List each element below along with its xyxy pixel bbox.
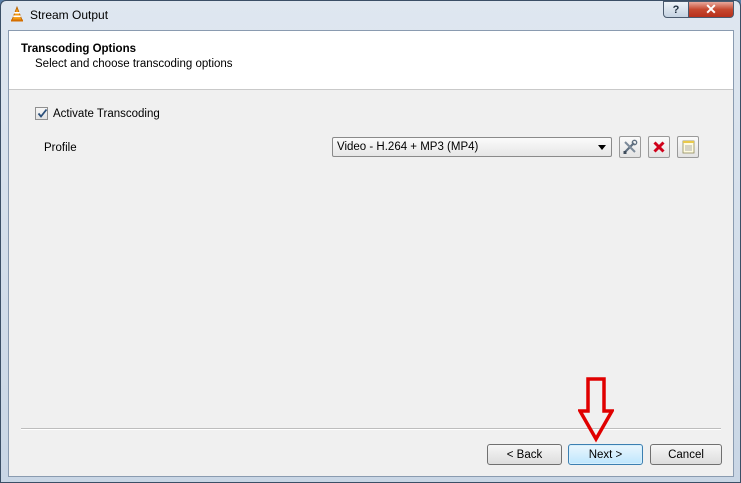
window-title: Stream Output xyxy=(30,8,109,22)
dialog-body: Transcoding Options Select and choose tr… xyxy=(8,30,734,477)
delete-profile-button[interactable] xyxy=(648,136,670,158)
vlc-cone-icon xyxy=(9,5,25,22)
close-button[interactable]: ✕ xyxy=(689,1,734,18)
red-down-arrow-icon xyxy=(578,377,614,443)
activate-transcoding-checkbox[interactable] xyxy=(35,107,48,120)
edit-profile-button[interactable] xyxy=(619,136,641,158)
back-button[interactable]: < Back xyxy=(487,444,562,465)
activate-transcoding-row[interactable]: Activate Transcoding xyxy=(35,107,160,120)
stream-output-window: Stream Output ? ✕ Transcoding Options Se… xyxy=(0,0,741,483)
header-panel: Transcoding Options Select and choose tr… xyxy=(9,31,733,90)
footer-separator xyxy=(21,428,721,430)
page-title: Transcoding Options xyxy=(21,43,137,55)
chevron-down-icon xyxy=(598,145,606,150)
activate-transcoding-label: Activate Transcoding xyxy=(53,107,160,120)
red-x-icon xyxy=(653,141,665,153)
checkmark-icon xyxy=(37,108,48,118)
notepad-icon xyxy=(682,140,695,154)
caption-buttons: ? ✕ xyxy=(663,1,734,19)
page-subtitle: Select and choose transcoding options xyxy=(35,58,233,70)
profile-select[interactable]: Video - H.264 + MP3 (MP4) xyxy=(332,137,612,157)
profile-selected-value: Video - H.264 + MP3 (MP4) xyxy=(337,141,479,153)
tools-icon xyxy=(623,139,638,154)
new-profile-button[interactable] xyxy=(677,136,699,158)
next-button[interactable]: Next > xyxy=(568,444,643,465)
cancel-button[interactable]: Cancel xyxy=(650,444,722,465)
title-bar[interactable]: Stream Output ? ✕ xyxy=(1,1,740,29)
help-button[interactable]: ? xyxy=(663,1,689,18)
profile-label: Profile xyxy=(44,142,77,154)
